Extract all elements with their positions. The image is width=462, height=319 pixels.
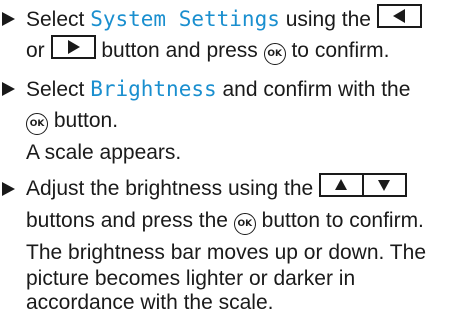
ok-button-icon: OK: [263, 43, 286, 65]
text: and confirm with the: [216, 78, 411, 101]
text: using the: [279, 8, 377, 31]
step-2-result: A scale appears.: [26, 141, 182, 164]
up-button-icon: [319, 173, 365, 197]
ok-button-icon: OK: [26, 113, 48, 135]
step-3-line-2: buttons and press the OK button to confi…: [26, 205, 424, 237]
step-1-line-2: or button and press OK to confirm.: [26, 35, 390, 67]
step-3-line-1: Adjust the brightness using the: [26, 173, 408, 205]
step-3-result-3: accordance with the scale.: [26, 291, 274, 314]
step-2-line-1: Select Brightness and confirm with the: [26, 73, 410, 106]
step-2-line-2: OK button.: [26, 105, 118, 137]
text: Select: [26, 78, 91, 101]
text: Select: [26, 8, 91, 31]
bullet-arrow-icon: [2, 12, 15, 26]
system-settings-term: System Settings: [90, 7, 280, 31]
bullet-arrow-icon: [2, 182, 15, 196]
text: to confirm.: [285, 39, 390, 62]
down-button-icon: [362, 173, 408, 197]
text: or: [26, 39, 51, 62]
right-button-icon: [50, 35, 96, 59]
bullet-arrow-icon: [2, 82, 15, 96]
step-1-line-1: Select System Settings using the: [26, 3, 422, 36]
text: button.: [48, 109, 119, 132]
ok-button-icon: OK: [233, 213, 256, 235]
text: button and press: [95, 39, 264, 62]
left-button-icon: [376, 4, 422, 28]
text: Adjust the brightness using the: [26, 177, 320, 200]
text: buttons and press the: [26, 209, 234, 232]
text: button to confirm.: [255, 209, 424, 232]
brightness-term: Brightness: [90, 77, 217, 101]
instruction-page: Select System Settings using the or butt…: [0, 0, 462, 315]
